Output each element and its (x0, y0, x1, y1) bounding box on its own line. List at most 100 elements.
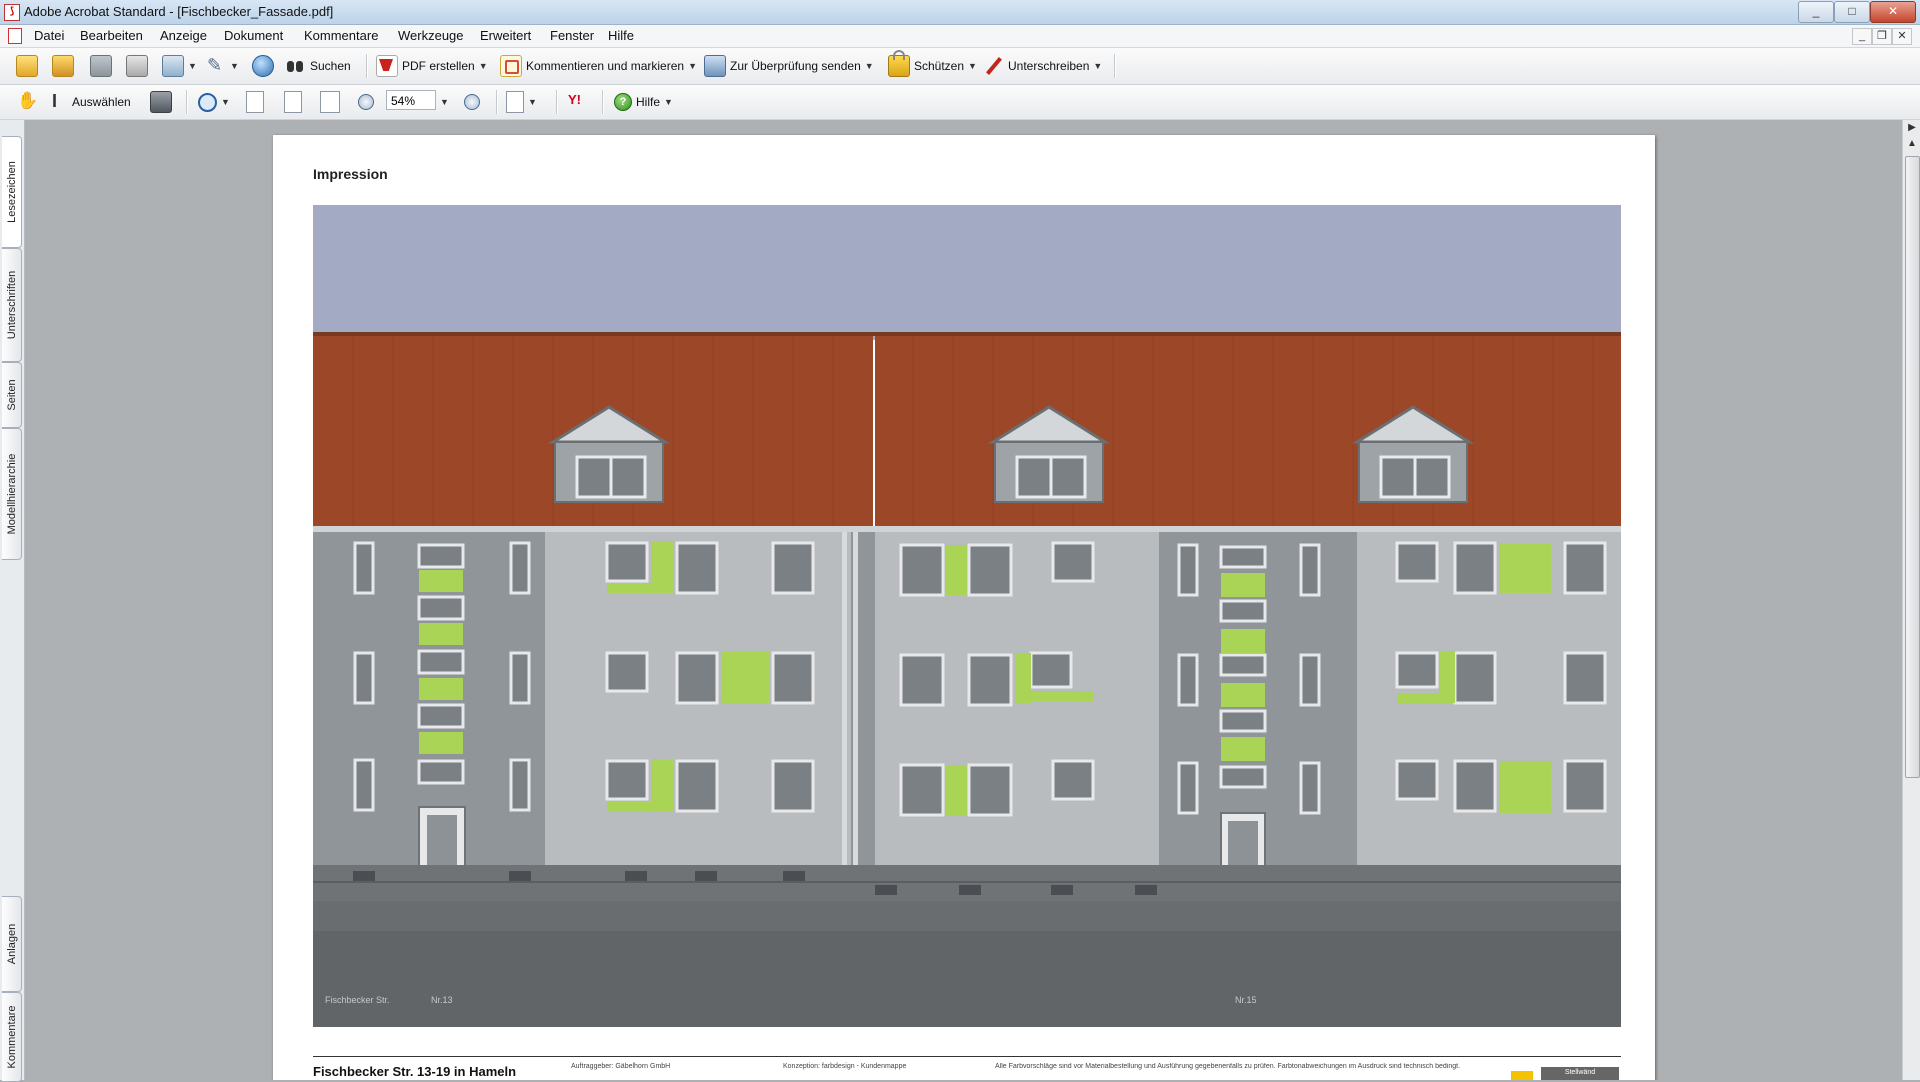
zoom-tool-button[interactable]: ▼ (198, 90, 230, 114)
fit-width-icon (320, 91, 340, 113)
chevron-down-icon: ▼ (230, 61, 239, 71)
chevron-down-icon: ▼ (440, 97, 449, 107)
page-layout-button[interactable]: ▼ (506, 90, 537, 114)
zoom-in-button[interactable] (464, 90, 480, 114)
camera-icon (150, 91, 172, 113)
document-icon[interactable] (8, 28, 22, 44)
menu-anzeige[interactable]: Anzeige (160, 28, 207, 43)
sidewalk (313, 901, 1621, 931)
toolbar-separator (602, 90, 604, 114)
doc-minimize-icon[interactable]: _ (1852, 28, 1872, 45)
footer-concept: Konzeption: farbdesign - Kundenmappe (783, 1063, 907, 1070)
chevron-down-icon: ▼ (221, 97, 230, 107)
zoom-out-button[interactable] (358, 90, 374, 114)
chevron-down-icon: ▼ (968, 61, 977, 71)
send-review-button[interactable]: Zur Überprüfung senden ▼ (704, 54, 874, 78)
pdf-page: Impression Fischbecker Str. Nr.13 Nr.15 … (273, 135, 1655, 1080)
close-button[interactable]: ✕ (1870, 1, 1916, 23)
select-tool-button[interactable]: Auswählen (48, 90, 131, 114)
tab-lesezeichen-label: Lesezeichen (5, 161, 18, 223)
maximize-button[interactable]: □ (1834, 1, 1870, 23)
help-icon: ? (614, 93, 632, 111)
hand-tool-button[interactable] (16, 90, 38, 114)
footer-note: Alle Farbvorschläge sind vor Materialbes… (995, 1063, 1461, 1070)
sign-button[interactable]: Unterschreiben ▼ (984, 54, 1102, 78)
scroll-up-icon[interactable]: ▲ (1903, 136, 1920, 152)
tab-anlagen[interactable]: Anlagen (2, 896, 22, 992)
plinth-line (313, 881, 1621, 883)
roof-ridge (313, 332, 1621, 336)
zoom-in-icon (464, 94, 480, 110)
folder-icon (52, 55, 74, 77)
tab-seiten[interactable]: Seiten (2, 362, 22, 428)
house-number-15: Nr.15 (1235, 995, 1257, 1005)
create-pdf-button[interactable]: PDF erstellen ▼ (376, 54, 488, 78)
find-button[interactable]: Suchen (286, 54, 351, 78)
vertical-scrollbar[interactable]: ▶ ▲ (1902, 120, 1920, 1080)
sky (313, 205, 1621, 340)
organizer-button[interactable] (52, 54, 74, 78)
tab-unterschriften[interactable]: Unterschriften (2, 248, 22, 362)
chevron-down-icon: ▼ (664, 97, 673, 107)
protect-button[interactable]: Schützen ▼ (888, 50, 977, 78)
fit-page-button[interactable] (284, 90, 302, 114)
select-tool-label: Auswählen (72, 95, 131, 109)
save-button[interactable] (90, 54, 112, 78)
main-toolbar: ▼ ▼ Suchen PDF erstellen▼ Kommentieren u… (0, 48, 1920, 85)
actual-size-button[interactable] (246, 90, 264, 114)
minimize-button[interactable]: _ (1798, 1, 1834, 23)
yahoo-icon: Y! (568, 92, 581, 107)
navigation-toolbar: Auswählen ▼ 54% ▼ ▼ Y! ?Hilfe▼ (0, 85, 1920, 120)
street-label: Fischbecker Str. (325, 995, 390, 1005)
tab-lesezeichen[interactable]: Lesezeichen (2, 136, 22, 248)
email-button[interactable]: ▼ (162, 54, 197, 78)
zoom-dropdown[interactable]: ▼ (440, 90, 449, 114)
menu-kommentare[interactable]: Kommentare (304, 28, 378, 43)
save-icon (90, 55, 112, 77)
protect-label: Schützen (914, 59, 965, 73)
pen-icon (984, 56, 1004, 76)
toolbar-separator (366, 54, 368, 78)
scroll-thumb[interactable] (1905, 156, 1920, 778)
send-review-label: Zur Überprüfung senden (730, 59, 861, 73)
chevron-down-icon: ▼ (1093, 61, 1103, 71)
help-button[interactable]: ? Hilfe ▼ (614, 90, 673, 114)
snapshot-button[interactable] (150, 90, 172, 114)
folder-open-icon (16, 55, 38, 77)
footer-stamp-box: Stellwänd (1541, 1067, 1619, 1080)
toolbar-separator (186, 90, 188, 114)
menu-datei[interactable]: Datei (34, 28, 64, 43)
window-title: Adobe Acrobat Standard - [Fischbecker_Fa… (24, 4, 334, 19)
eaves (313, 526, 1621, 532)
comment-markup-label: Kommentieren und markieren (526, 59, 685, 73)
web-button[interactable] (252, 54, 274, 78)
document-viewport[interactable]: Impression Fischbecker Str. Nr.13 Nr.15 … (25, 120, 1902, 1080)
attach-button[interactable]: ▼ (206, 54, 239, 78)
comment-markup-button[interactable]: Kommentieren und markieren ▼ (500, 54, 697, 78)
doc-close-icon[interactable]: ✕ (1892, 28, 1912, 45)
menu-werkzeuge[interactable]: Werkzeuge (398, 28, 464, 43)
email-icon (162, 55, 184, 77)
menu-dokument[interactable]: Dokument (224, 28, 283, 43)
tab-kommentare[interactable]: Kommentare (2, 992, 22, 1082)
menu-erweitert[interactable]: Erweitert (480, 28, 531, 43)
menu-bearbeiten[interactable]: Bearbeiten (80, 28, 143, 43)
yahoo-toolbar-button[interactable]: Y! (568, 90, 588, 114)
open-button[interactable] (16, 54, 38, 78)
downpipe-2 (853, 532, 858, 902)
roof-right (875, 335, 1621, 530)
print-button[interactable] (126, 54, 148, 78)
paperclip-icon (206, 55, 226, 76)
zoom-level-input[interactable]: 54% (386, 90, 436, 110)
doc-restore-icon[interactable]: ❐ (1872, 28, 1892, 45)
fit-width-button[interactable] (320, 90, 340, 114)
tab-modellhierarchie[interactable]: Modellhierarchie (2, 428, 22, 560)
chevron-down-icon: ▼ (864, 61, 874, 71)
menu-fenster[interactable]: Fenster (550, 28, 594, 43)
tab-unterschriften-label: Unterschriften (5, 270, 18, 340)
menu-hilfe[interactable]: Hilfe (608, 28, 634, 43)
panel-arrow-icon[interactable]: ▶ (1903, 120, 1920, 136)
acrobat-app-icon: ⟆ (4, 4, 20, 21)
tab-seiten-label: Seiten (5, 379, 18, 411)
chevron-down-icon: ▼ (188, 61, 197, 71)
